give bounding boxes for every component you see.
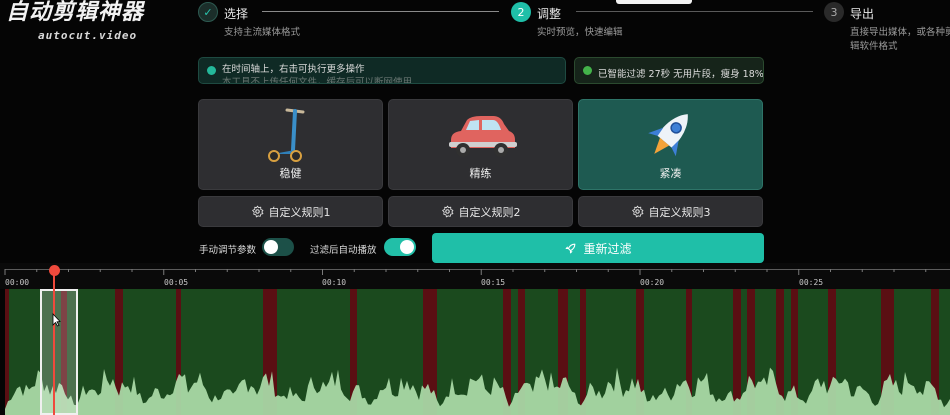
- toggle-knob: [264, 240, 278, 254]
- step-connector: [576, 11, 813, 12]
- rule-label: 自定义规则3: [648, 205, 711, 219]
- scooter-icon: [267, 108, 304, 162]
- tick-label: 00:05: [164, 278, 189, 287]
- brand-domain: autocut.video: [38, 29, 138, 42]
- preset-card-compact[interactable]: 紧凑: [578, 99, 763, 190]
- info-notice: 在时间轴上，右击可执行更多操作 本工具不上传任何文件，缓存后可以断网使用: [198, 57, 566, 84]
- brand-name: 自动剪辑神器: [6, 0, 145, 25]
- rule-label: 自定义规则2: [458, 205, 521, 219]
- info-icon: [207, 66, 216, 75]
- step-desc: 直接导出媒体，或各种剪辑软件格式: [850, 27, 950, 52]
- preset-label: 紧凑: [659, 167, 682, 180]
- step-title: 选择: [224, 7, 249, 21]
- autoplay-label: 过滤后自动播放: [310, 245, 377, 256]
- info-line2: 本工具不上传任何文件，缓存后可以断网使用: [222, 77, 413, 84]
- mouse-cursor-icon: [52, 313, 61, 327]
- step-connector: [262, 11, 499, 12]
- preset-label: 稳健: [279, 167, 302, 180]
- custom-rule-3-button[interactable]: 自定义规则3: [578, 196, 763, 227]
- step-number: 3: [824, 2, 844, 22]
- refilter-button[interactable]: 重新过滤: [432, 233, 764, 263]
- step-title: 导出: [850, 7, 875, 21]
- custom-rule-1-button[interactable]: 自定义规则1: [198, 196, 383, 227]
- timeline[interactable]: 00:00 00:05 00:10 00:15 00:20 00:25: [0, 263, 950, 415]
- status-text: 已智能过滤 27秒 无用片段，瘦身 18%: [598, 69, 764, 80]
- check-icon: ✓: [198, 2, 218, 22]
- gear-icon: [631, 205, 643, 218]
- stepper: ✓ 选择 支持主流媒体格式 2 调整 实时预览，快速编辑 3 导出 直接导出媒体…: [198, 0, 950, 56]
- info-line1: 在时间轴上，右击可执行更多操作: [222, 64, 365, 75]
- step-title: 调整: [537, 7, 562, 21]
- check-circle-icon: [583, 66, 592, 75]
- waveform: [5, 367, 950, 415]
- tick-label: 00:15: [481, 278, 506, 287]
- selected-segment[interactable]: [40, 289, 78, 415]
- gear-icon: [441, 205, 453, 218]
- gear-icon: [251, 205, 263, 218]
- tick-label: 00:20: [640, 278, 665, 287]
- preset-card-steady[interactable]: 稳健: [198, 99, 383, 190]
- status-notice: 已智能过滤 27秒 无用片段，瘦身 18%: [574, 57, 764, 84]
- brand-logo: 自动剪辑神器 autocut.video: [6, 0, 186, 48]
- tick-label: 00:00: [5, 278, 30, 287]
- toggle-knob: [400, 240, 414, 254]
- playhead-handle[interactable]: [49, 265, 60, 276]
- car-icon: [448, 116, 517, 157]
- rocket-icon: [647, 114, 688, 157]
- manual-params-toggle[interactable]: [262, 238, 294, 256]
- tooltip-stub: [616, 0, 692, 4]
- autoplay-toggle[interactable]: [384, 238, 416, 256]
- playhead[interactable]: [53, 269, 55, 415]
- step-desc: 实时预览，快速编辑: [537, 27, 623, 38]
- preset-label: 精练: [469, 167, 492, 180]
- preset-card-refined[interactable]: 精练: [388, 99, 573, 190]
- custom-rule-2-button[interactable]: 自定义规则2: [388, 196, 573, 227]
- tick-label: 00:25: [799, 278, 824, 287]
- refilter-label: 重新过滤: [583, 241, 632, 256]
- step-desc: 支持主流媒体格式: [224, 27, 301, 38]
- time-ruler[interactable]: 00:00 00:05 00:10 00:15 00:20 00:25: [0, 263, 950, 289]
- step-number: 2: [511, 2, 531, 22]
- audio-track[interactable]: [5, 289, 950, 415]
- manual-params-label: 手动调节参数: [199, 245, 257, 256]
- rocket-small-icon: [566, 243, 576, 253]
- rule-label: 自定义规则1: [268, 205, 331, 219]
- tick-label: 00:10: [322, 278, 347, 287]
